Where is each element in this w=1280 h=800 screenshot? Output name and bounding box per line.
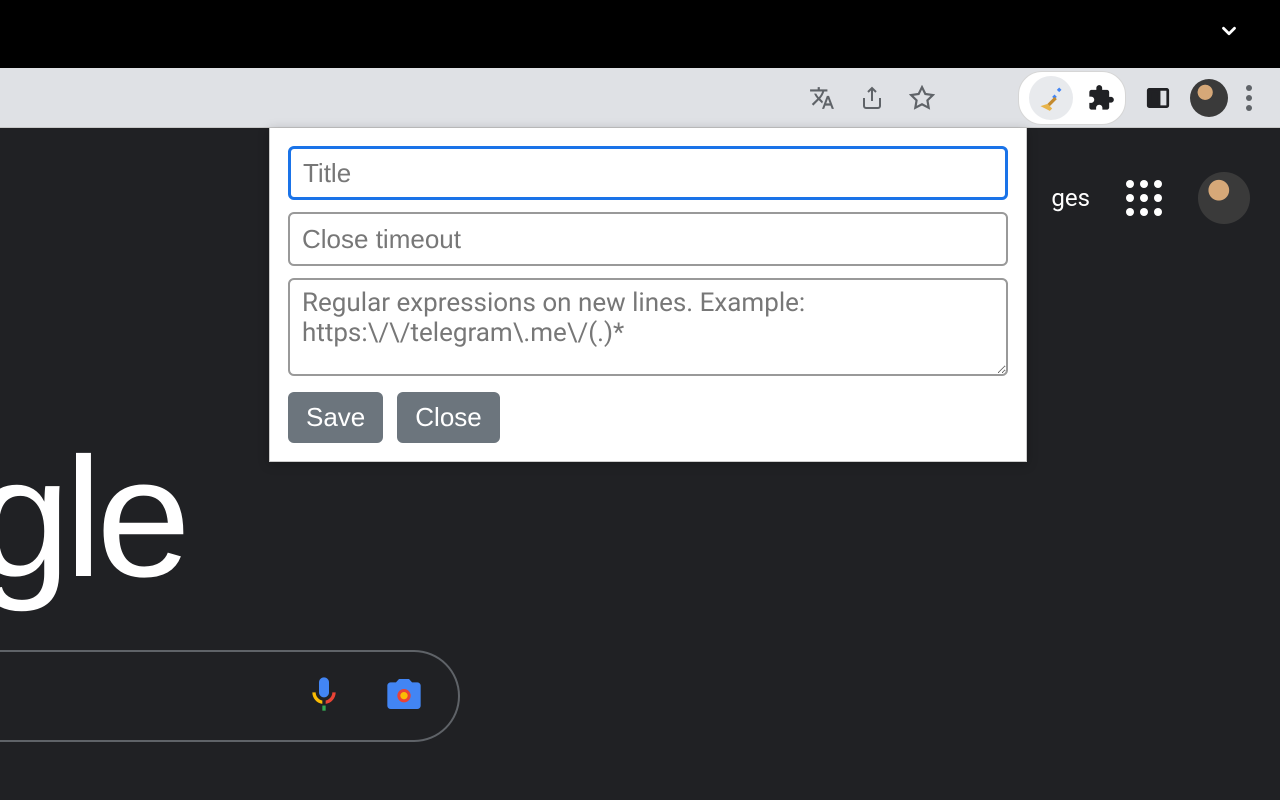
broom-sparkle-icon[interactable] bbox=[1029, 76, 1073, 120]
translate-icon[interactable] bbox=[808, 84, 836, 112]
extension-pill bbox=[1018, 71, 1126, 125]
account-avatar[interactable] bbox=[1198, 172, 1250, 224]
save-button[interactable]: Save bbox=[288, 392, 383, 443]
google-search-bar[interactable] bbox=[0, 650, 460, 742]
regex-textarea[interactable] bbox=[288, 278, 1008, 376]
page-top-nav: ges bbox=[1051, 172, 1250, 224]
close-timeout-input[interactable] bbox=[288, 212, 1008, 266]
toolbar-right bbox=[1018, 71, 1252, 125]
top-banner bbox=[0, 0, 1280, 68]
bookmark-star-icon[interactable] bbox=[908, 84, 936, 112]
side-panel-icon[interactable] bbox=[1144, 84, 1172, 112]
extension-popup: Save Close bbox=[269, 128, 1027, 462]
title-input[interactable] bbox=[288, 146, 1008, 200]
extensions-puzzle-icon[interactable] bbox=[1087, 84, 1115, 112]
voice-search-icon[interactable] bbox=[304, 674, 344, 718]
browser-toolbar bbox=[0, 68, 1280, 128]
profile-avatar[interactable] bbox=[1190, 79, 1228, 117]
popup-button-row: Save Close bbox=[288, 392, 1008, 443]
kebab-menu-icon[interactable] bbox=[1246, 85, 1252, 111]
close-button[interactable]: Close bbox=[397, 392, 499, 443]
chevron-down-icon[interactable] bbox=[1218, 20, 1240, 48]
apps-grid-icon[interactable] bbox=[1126, 180, 1162, 216]
share-icon[interactable] bbox=[858, 84, 886, 112]
address-bar[interactable] bbox=[0, 76, 950, 120]
nav-link-images-partial[interactable]: ges bbox=[1051, 184, 1090, 212]
google-logo-partial: gle bbox=[0, 420, 185, 616]
image-search-icon[interactable] bbox=[384, 674, 424, 718]
